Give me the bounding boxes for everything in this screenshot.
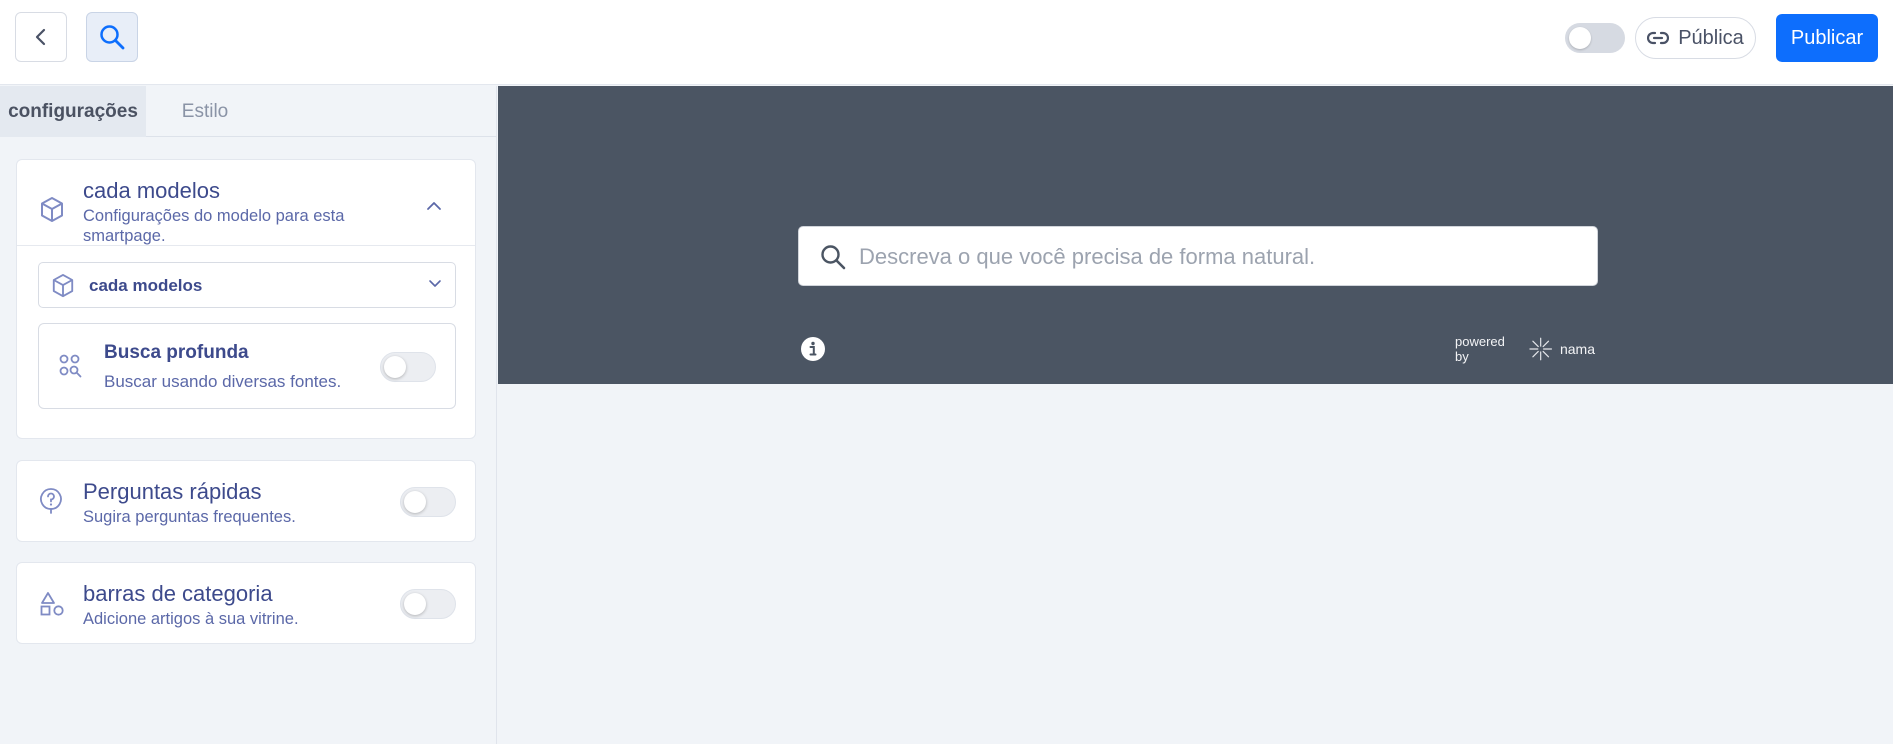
category-bars-card: barras de categoria Adicione artigos à s…: [16, 562, 476, 644]
quick-questions-card: Perguntas rápidas Sugira perguntas frequ…: [16, 460, 476, 542]
models-card: cada modelos Configurações do modelo par…: [16, 159, 476, 439]
back-button[interactable]: [15, 12, 67, 62]
deep-search-subtitle: Buscar usando diversas fontes.: [104, 372, 342, 391]
nama-logo-icon: [1528, 337, 1552, 361]
sidebar-tabs: configurações Estilo: [0, 86, 497, 137]
info-icon[interactable]: [800, 336, 826, 362]
top-bar: Pública Publicar: [0, 0, 1893, 85]
quick-questions-title: Perguntas rápidas: [83, 479, 262, 504]
visibility-label: Pública: [1678, 26, 1744, 49]
search-icon: [100, 25, 125, 50]
deep-search-toggle[interactable]: [380, 352, 436, 382]
search-mode-button[interactable]: [86, 12, 138, 62]
selected-model: cada modelos: [89, 276, 203, 295]
powered-by-label: powered by: [1455, 334, 1505, 364]
category-bars-title: barras de categoria: [83, 581, 273, 606]
chevron-left-icon: [35, 28, 46, 46]
quick-questions-toggle[interactable]: [400, 487, 456, 517]
tab-estilo[interactable]: Estilo: [146, 86, 264, 137]
models-card-subtitle: Configurações do modelo para esta smartp…: [83, 207, 345, 245]
model-select[interactable]: cada modelos: [38, 262, 456, 308]
chevron-up-icon[interactable]: [426, 201, 442, 211]
preview-search-input[interactable]: [859, 237, 1579, 277]
toggle-knob: [404, 491, 426, 513]
link-icon: [1647, 31, 1670, 45]
visibility-button[interactable]: Pública: [1635, 17, 1756, 59]
quick-questions-subtitle: Sugira perguntas frequentes.: [83, 508, 296, 526]
chevron-down-icon: [429, 280, 441, 287]
models-card-title: cada modelos: [83, 178, 220, 203]
powered-by: powered by nama: [1455, 334, 1595, 364]
deep-search-icon: [59, 354, 82, 378]
search-icon: [821, 245, 846, 270]
tab-configuracoes[interactable]: configurações: [0, 86, 146, 137]
settings-sidebar: configurações Estilo cada modelos Config…: [0, 86, 497, 744]
cube-icon: [39, 196, 65, 224]
preview-body: [498, 384, 1893, 744]
question-icon: [39, 487, 63, 515]
category-bars-subtitle: Adicione artigos à sua vitrine.: [83, 610, 299, 628]
brand-name: nama: [1559, 341, 1595, 357]
cube-icon: [52, 274, 74, 298]
category-bars-toggle[interactable]: [400, 589, 456, 619]
shapes-icon: [39, 591, 65, 617]
toggle-knob: [1569, 27, 1591, 49]
deep-search-option: Busca profunda Buscar usando diversas fo…: [38, 323, 456, 409]
preview-search-bar[interactable]: [798, 226, 1598, 286]
preview-toggle[interactable]: [1565, 23, 1625, 53]
deep-search-title: Busca profunda: [104, 342, 249, 363]
publish-button[interactable]: Publicar: [1776, 14, 1878, 62]
toggle-knob: [404, 593, 426, 615]
card-divider: [17, 245, 475, 246]
toggle-knob: [384, 356, 406, 378]
